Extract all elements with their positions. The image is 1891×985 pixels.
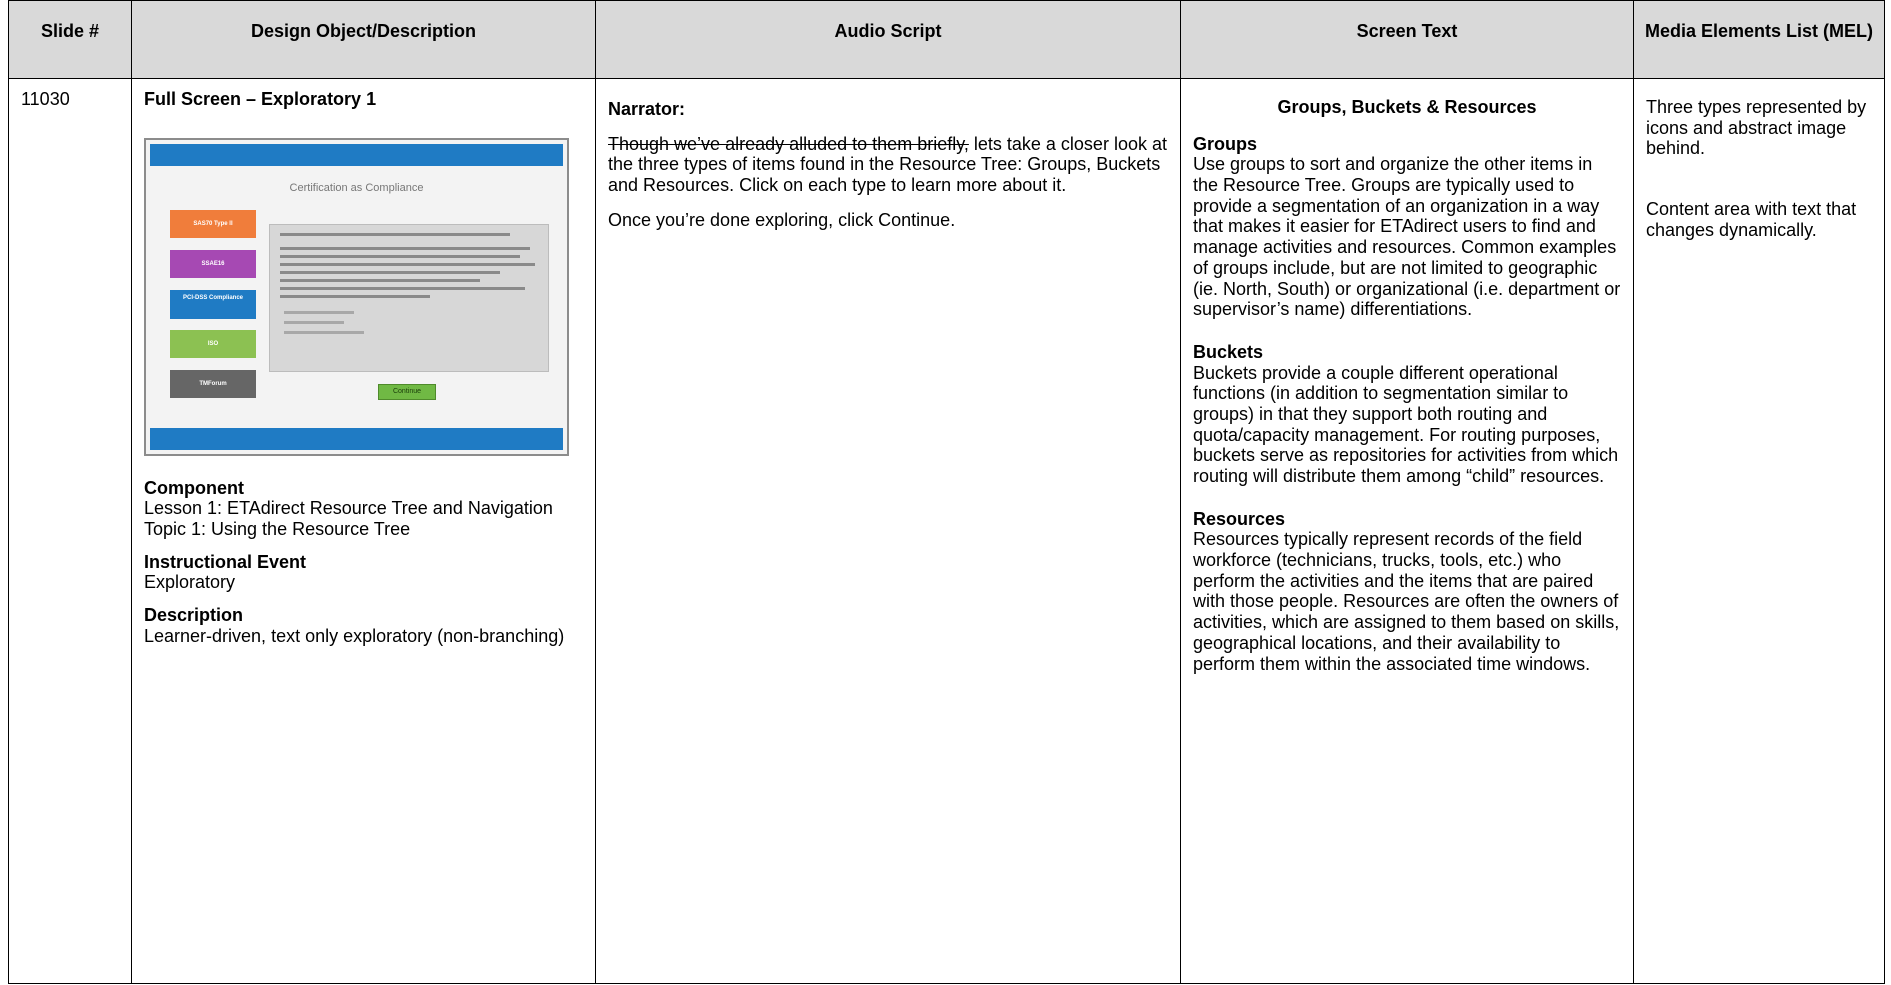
thumbnail-button-pci-dss: PCI-DSS Compliance xyxy=(170,289,256,319)
thumbnail-continue-button: Continue xyxy=(378,383,436,400)
header-screen-text: Screen Text xyxy=(1180,0,1634,79)
audio-paragraph-2: Once you’re done exploring, click Contin… xyxy=(608,209,956,230)
buckets-section: Buckets Buckets provide a couple differe… xyxy=(1193,342,1621,487)
mel-cell: Three types represented by icons and abs… xyxy=(1633,78,1885,984)
audio-script-cell: Narrator: Though we’ve already alluded t… xyxy=(595,78,1181,984)
header-design-object: Design Object/Description xyxy=(131,0,596,79)
mel-item-1: Three types represented by icons and abs… xyxy=(1646,97,1867,159)
slide-number-cell: 11030 xyxy=(8,78,132,984)
header-slide-number: Slide # xyxy=(8,0,132,79)
buckets-heading: Buckets xyxy=(1193,341,1264,362)
thumbnail-title: Certification as Compliance xyxy=(289,181,424,194)
groups-section: Groups Use groups to sort and organize t… xyxy=(1193,134,1621,320)
buckets-body: Buckets provide a couple different opera… xyxy=(1193,362,1619,486)
component-topic: Topic 1: Using the Resource Tree xyxy=(144,519,411,540)
groups-heading: Groups xyxy=(1193,133,1258,154)
component-lesson: Lesson 1: ETAdirect Resource Tree and Na… xyxy=(144,498,553,519)
screen-text-title: Groups, Buckets & Resources xyxy=(1277,97,1537,117)
thumbnail-button-tmforum: TMForum xyxy=(170,369,256,398)
groups-body: Use groups to sort and organize the othe… xyxy=(1193,154,1621,320)
component-heading: Component xyxy=(144,477,244,498)
description-value: Learner-driven, text only exploratory (n… xyxy=(144,625,565,646)
thumbnail-button-sas70: SAS70 Type II xyxy=(170,209,256,238)
header-mel: Media Elements List (MEL) xyxy=(1633,0,1885,79)
instructional-event-heading: Instructional Event xyxy=(144,551,307,572)
storyboard-table: Slide # Design Object/Description Audio … xyxy=(8,0,1885,984)
slide-number: 11030 xyxy=(21,89,70,109)
header-audio-script: Audio Script xyxy=(595,0,1181,79)
instructional-event-value: Exploratory xyxy=(144,572,236,593)
resources-heading: Resources xyxy=(1193,508,1286,529)
screen-text-cell: Groups, Buckets & Resources Groups Use g… xyxy=(1180,78,1634,984)
thumbnail-button-ssae16: SSAE16 xyxy=(170,249,256,278)
resources-body: Resources typically represent records of… xyxy=(1193,529,1620,674)
thumbnail-bottom-bar xyxy=(150,427,563,450)
struck-text: Though we’ve already alluded to them bri… xyxy=(608,133,969,154)
description-heading: Description xyxy=(144,605,244,626)
slide-thumbnail: Certification as Compliance SAS70 Type I… xyxy=(144,137,569,456)
header-mel-label: Media Elements List (MEL) xyxy=(1644,21,1874,41)
thumbnail-button-iso: ISO xyxy=(170,329,256,358)
thumbnail-content-area xyxy=(269,223,549,372)
audio-paragraph-1: Though we’ve already alluded to them bri… xyxy=(608,134,1168,196)
header-row: Slide # Design Object/Description Audio … xyxy=(8,0,1885,79)
resources-section: Resources Resources typically represent … xyxy=(1193,509,1621,675)
thumbnail-top-bar xyxy=(150,143,563,166)
table-row: 11030 Full Screen – Exploratory 1 Certif… xyxy=(8,78,1885,984)
design-cell: Full Screen – Exploratory 1 Certificatio… xyxy=(131,78,596,984)
narrator-label: Narrator: xyxy=(608,99,686,119)
mel-item-2: Content area with text that changes dyna… xyxy=(1646,199,1857,240)
design-title: Full Screen – Exploratory 1 xyxy=(144,89,377,109)
